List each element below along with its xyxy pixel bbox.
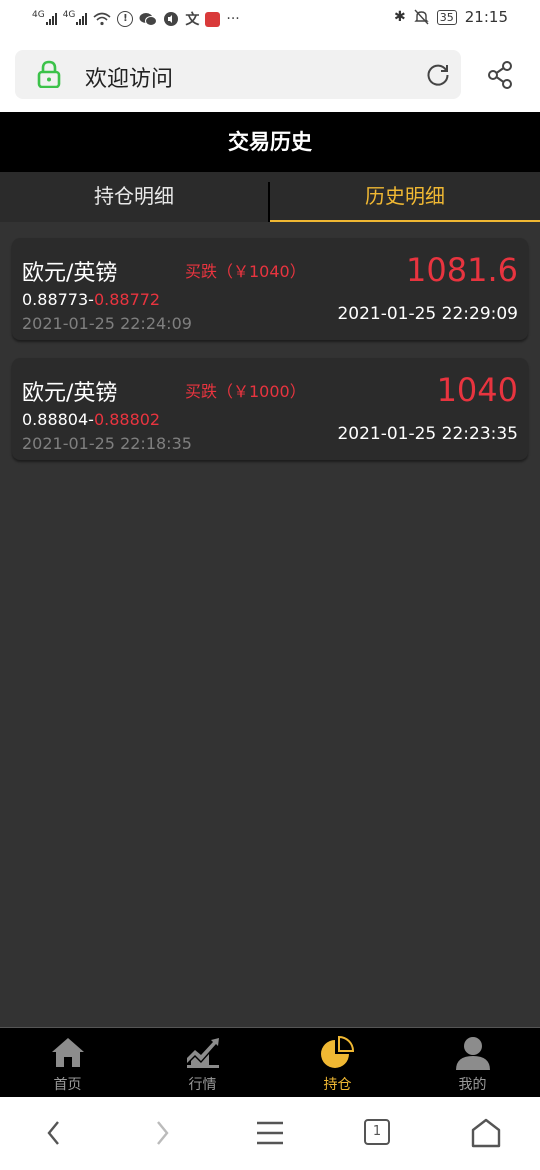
network-type-label: 4G	[32, 10, 45, 20]
forward-arrow-icon[interactable]	[152, 1119, 172, 1147]
currency-pair: 欧元/英镑	[22, 381, 118, 406]
nav-item-profile[interactable]: 我的	[405, 1028, 540, 1098]
page-title-in-address-bar: 欢迎访问	[85, 67, 174, 92]
close-price: 0.88772	[93, 290, 161, 309]
tab-history[interactable]: 历史明细	[270, 172, 540, 222]
network-type-label: 4G	[62, 10, 76, 20]
status-right: ✱ 35 21:15	[394, 8, 508, 26]
bottom-nav: 首页 行情 持仓 我的	[0, 1027, 540, 1097]
pie-chart-icon	[320, 1036, 354, 1068]
nav-label: 持仓	[323, 1077, 352, 1093]
battery-icon: 35	[436, 9, 457, 25]
trade-direction: 买跌（￥1000）	[185, 382, 306, 401]
status-bar: 4G 4G ! 文 ··· ✱ 35 21:15	[0, 0, 540, 38]
trade-card[interactable]: 欧元/英镑 买跌（￥1000） 1040 0.88804-0.88802 202…	[12, 358, 528, 460]
chart-icon	[186, 1038, 219, 1068]
share-icon[interactable]	[486, 60, 514, 90]
home-shape-icon[interactable]	[470, 1117, 502, 1149]
lock-icon	[37, 60, 61, 88]
nav-item-positions[interactable]: 持仓	[270, 1028, 405, 1098]
refresh-icon[interactable]	[425, 62, 451, 88]
alert-icon: !	[117, 11, 134, 27]
tab-count: 1	[372, 1124, 382, 1139]
tab-bar: 持仓明细 历史明细	[0, 172, 540, 222]
open-time: 2021-01-25 22:18:35	[22, 434, 192, 453]
address-bar[interactable]: 欢迎访问	[15, 50, 461, 99]
system-nav-bar: 1	[0, 1097, 540, 1170]
user-icon	[455, 1037, 490, 1070]
tabs-button[interactable]: 1	[364, 1119, 390, 1145]
trade-profit: 1081.6	[406, 251, 518, 289]
wifi-icon	[93, 12, 111, 26]
trade-direction: 买跌（￥1040）	[185, 262, 306, 281]
signal-bars-icon	[45, 13, 57, 25]
nav-item-market[interactable]: 行情	[135, 1028, 270, 1098]
app-icon	[205, 11, 221, 27]
mute-bell-icon	[414, 9, 429, 25]
nav-label: 我的	[458, 1077, 487, 1093]
nav-label: 行情	[188, 1077, 217, 1093]
home-icon	[51, 1038, 84, 1067]
wechat-icon	[139, 12, 158, 26]
open-price: 0.88773-	[22, 290, 94, 309]
more-notifications: ···	[226, 11, 240, 27]
translate-icon: 文	[185, 12, 200, 28]
page-title: 交易历史	[228, 130, 312, 154]
status-left: 4G 4G ! 文 ···	[32, 9, 240, 29]
nav-label: 首页	[53, 1077, 82, 1093]
bluetooth-icon: ✱	[394, 9, 406, 25]
signal-2: 4G	[62, 10, 88, 25]
battery-level: 35	[439, 10, 454, 24]
close-price: 0.88802	[93, 410, 161, 429]
trade-card[interactable]: 欧元/英镑 买跌（￥1040） 1081.6 0.88773-0.88772 2…	[12, 238, 528, 340]
close-time: 2021-01-25 22:23:35	[337, 424, 518, 444]
browser-toolbar: 欢迎访问	[0, 38, 540, 112]
menu-icon[interactable]	[256, 1121, 284, 1145]
trade-profit: 1040	[436, 371, 518, 409]
trade-prices: 0.88773-0.88772	[22, 290, 160, 309]
close-time: 2021-01-25 22:29:09	[337, 304, 518, 324]
trade-prices: 0.88804-0.88802	[22, 410, 160, 429]
sound-icon	[164, 12, 179, 26]
tab-positions[interactable]: 持仓明细	[0, 172, 268, 222]
nav-item-home[interactable]: 首页	[0, 1028, 135, 1098]
open-price: 0.88804-	[22, 410, 94, 429]
signal-1: 4G	[32, 10, 57, 25]
clock: 21:15	[464, 8, 508, 26]
page-header: 交易历史	[0, 112, 540, 172]
back-arrow-icon[interactable]	[44, 1119, 64, 1147]
signal-bars-icon	[76, 13, 88, 25]
currency-pair: 欧元/英镑	[22, 261, 118, 286]
open-time: 2021-01-25 22:24:09	[22, 314, 192, 333]
